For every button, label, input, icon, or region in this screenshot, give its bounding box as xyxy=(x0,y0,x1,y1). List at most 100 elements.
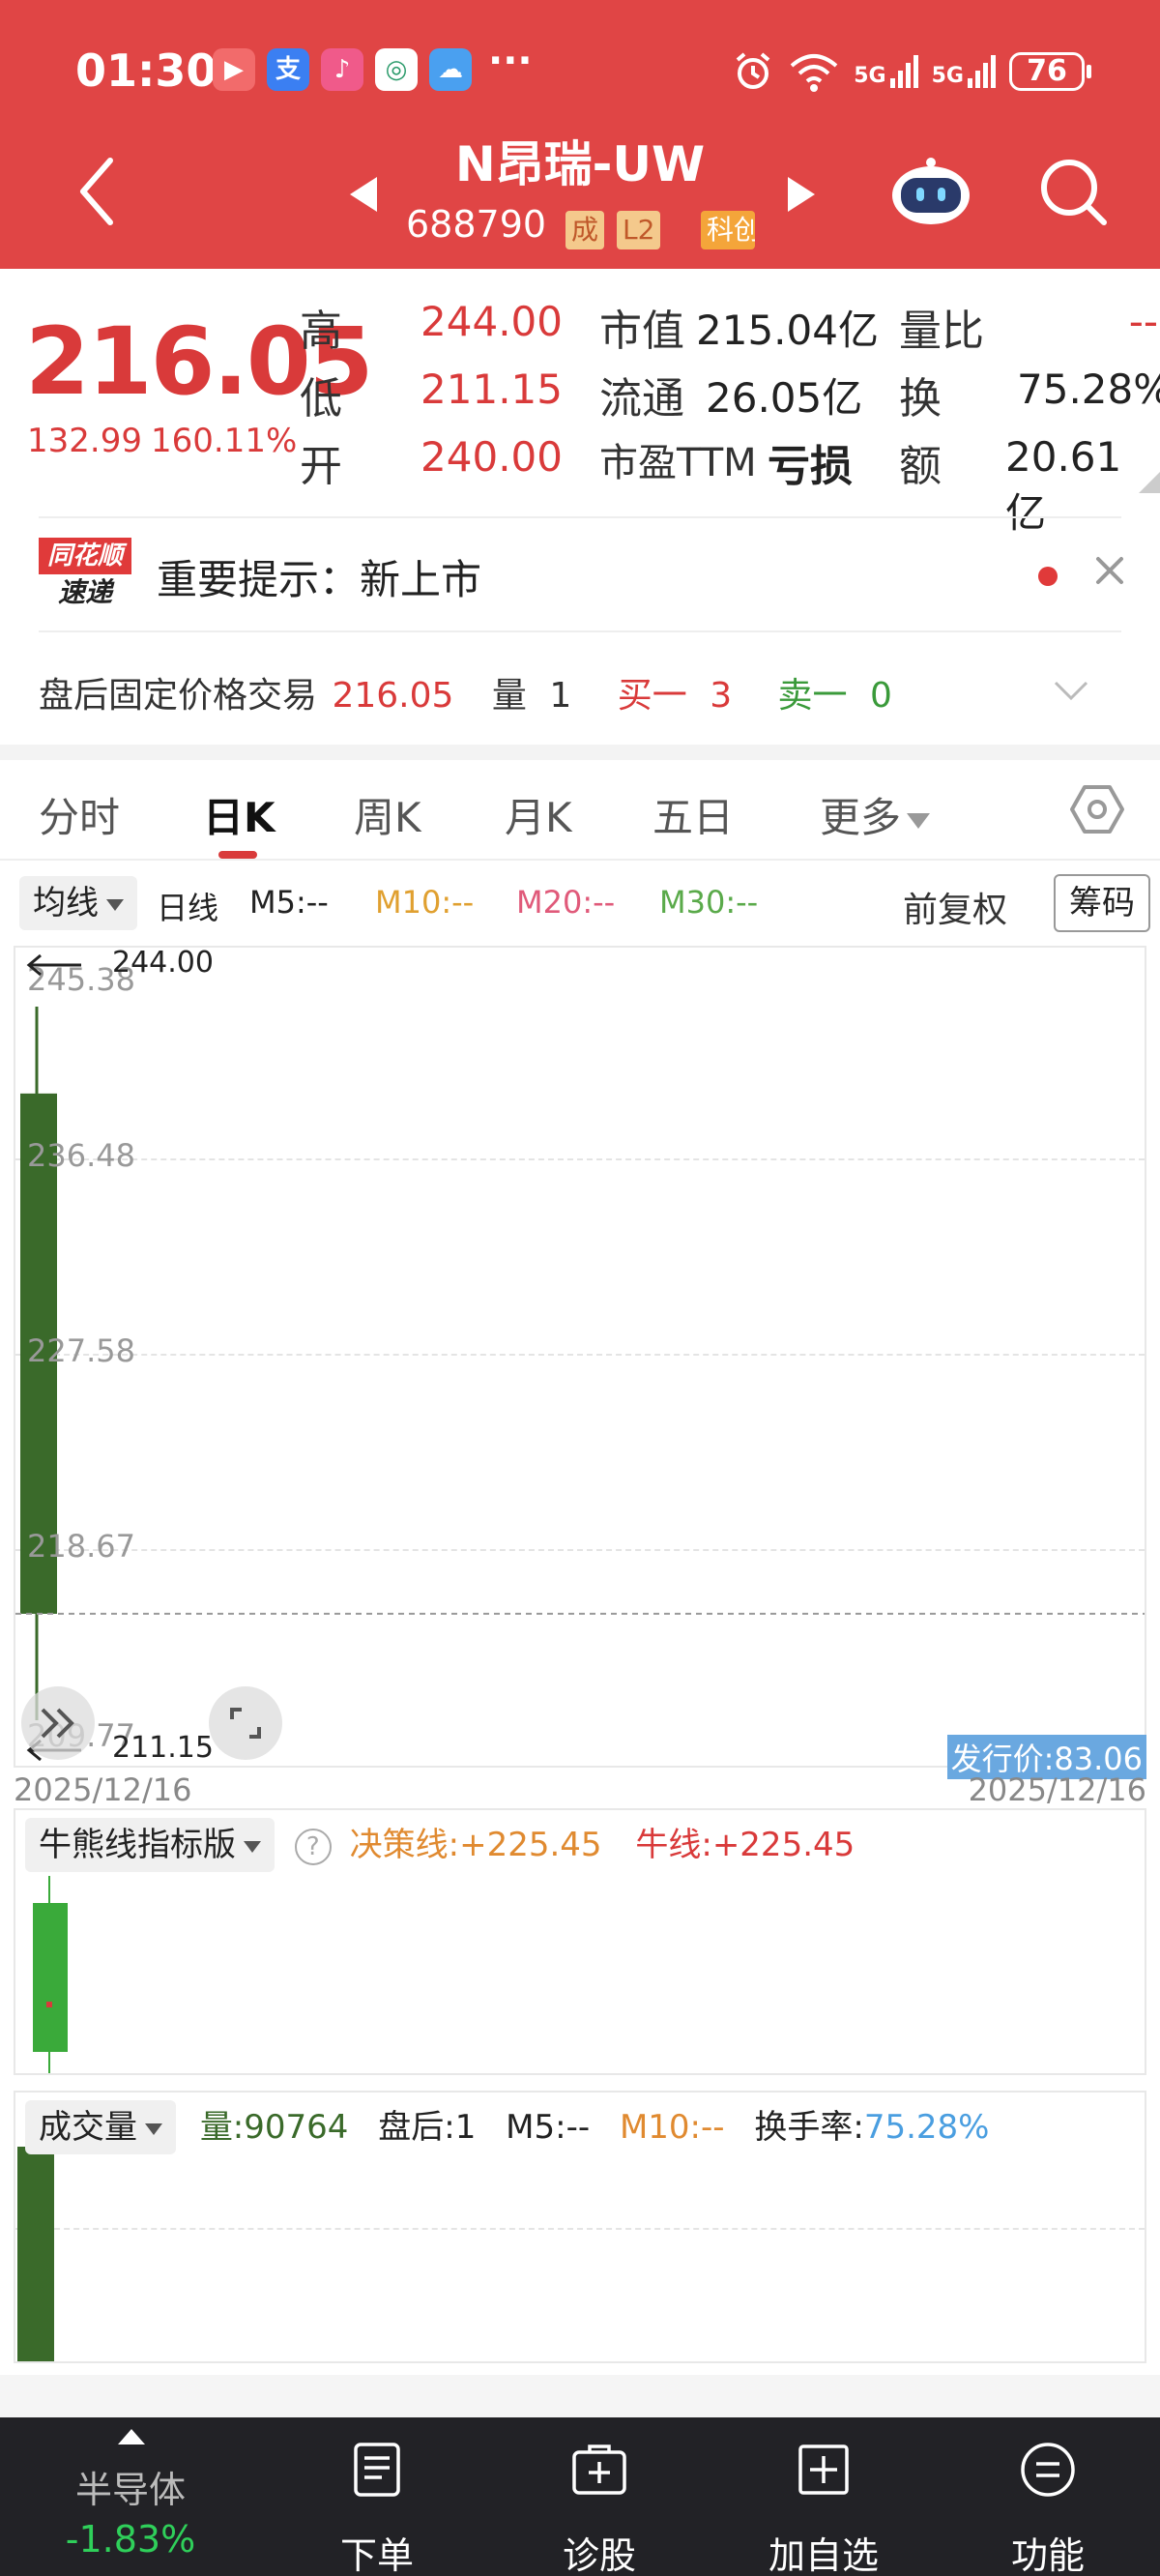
close-icon[interactable] xyxy=(1092,553,1127,588)
open-value: 240.00 xyxy=(420,433,563,481)
stock-code: 688790 xyxy=(406,203,547,246)
bottom-spacer xyxy=(0,2375,1160,2417)
kline-panel[interactable]: 245.38 236.48 227.58 218.67 209.77 244.0… xyxy=(14,946,1146,1768)
mcap-value: 215.04亿 xyxy=(696,307,879,354)
next-stock-arrow-icon[interactable] xyxy=(788,177,815,212)
add-watchlist-label: 加自选 xyxy=(768,2534,879,2576)
vol-ma10: M10:-- xyxy=(619,2108,725,2147)
tab-daily-k[interactable]: 日K xyxy=(203,785,276,844)
search-icon[interactable] xyxy=(1036,155,1110,228)
chart-controls: 均线 日线 M5:-- M10:-- M20:-- M30:-- 前复权 筹码 xyxy=(19,874,1150,932)
divider xyxy=(39,630,1121,632)
after-hours-price: 216.05 xyxy=(332,676,454,716)
bid1-label: 买一 xyxy=(617,676,687,716)
ma20-value: M20:-- xyxy=(516,884,616,921)
low-label: 低 xyxy=(300,374,342,424)
settings-icon[interactable] xyxy=(1069,781,1125,837)
active-tab-indicator xyxy=(218,851,257,859)
adjust-mode-button[interactable]: 前复权 xyxy=(903,882,1007,932)
more-notifications: ··· xyxy=(488,39,533,83)
y-label-2: 236.48 xyxy=(27,1137,135,1174)
double-chevron-right-icon xyxy=(41,1708,74,1739)
volume-value: 量:90764 xyxy=(199,2108,349,2147)
after-hours-vol-label: 量 xyxy=(491,676,527,716)
ai-robot-icon[interactable] xyxy=(887,157,974,226)
chip-distribution-button[interactable]: 筹码 xyxy=(1054,874,1150,932)
after-hours-vol: 1 xyxy=(549,676,572,716)
tonghuashun-express-logo: 同花顺 速递 xyxy=(39,538,131,611)
signal-1-icon: 5G xyxy=(854,55,918,88)
tab-monthly-k[interactable]: 月K xyxy=(505,785,572,844)
high-marker-label: 244.00 xyxy=(112,946,214,980)
date-left: 2025/12/16 xyxy=(14,1771,192,1808)
float-label: 流通 xyxy=(599,374,684,424)
turnover-rate-label: 换手率: xyxy=(754,2108,864,2147)
back-arrow-icon[interactable] xyxy=(75,153,118,230)
y-label-4: 218.67 xyxy=(27,1528,135,1565)
alarm-icon xyxy=(736,52,770,89)
price-change: 132.99 xyxy=(27,422,142,460)
expand-sidebar-button[interactable] xyxy=(21,1686,95,1760)
order-document-icon xyxy=(354,2443,400,2497)
tab-weekly-k[interactable]: 周K xyxy=(354,785,421,844)
diagnose-label: 诊股 xyxy=(562,2534,636,2576)
y-label-3: 227.58 xyxy=(27,1332,135,1369)
status-icons: 5G 5G 76 xyxy=(732,50,1091,93)
order-button[interactable]: 下单 xyxy=(290,2417,464,2576)
mobile-app-icon: ◎ xyxy=(375,48,418,91)
open-label: 开 xyxy=(300,442,342,491)
indicator-header: 牛熊线指标版 ? 决策线:+225.45 牛线:+225.45 xyxy=(25,1818,855,1872)
diagnose-case-icon xyxy=(572,2444,626,2495)
ma5-value: M5:-- xyxy=(249,884,329,921)
decision-line-value: 决策线:+225.45 xyxy=(349,1826,602,1864)
wifi-icon xyxy=(790,54,838,92)
tab-more[interactable]: 更多 xyxy=(820,785,931,844)
amount-label: 额 xyxy=(899,442,942,491)
dropdown-arrow-icon xyxy=(145,2122,162,2135)
add-watchlist-button[interactable]: 加自选 xyxy=(737,2417,911,2576)
weather-app-icon: ☁ xyxy=(429,48,472,91)
volume-bar xyxy=(17,2147,54,2361)
fullscreen-button[interactable] xyxy=(209,1686,282,1760)
help-icon[interactable]: ? xyxy=(294,1828,332,1865)
unread-dot xyxy=(1038,567,1058,586)
notice-text[interactable]: 重要提示：新上市 xyxy=(157,547,481,606)
network-type-2: 5G xyxy=(931,64,964,88)
section-gap xyxy=(0,745,1160,760)
indicator-wick xyxy=(48,1876,50,2073)
ask1-label: 卖一 xyxy=(777,676,848,716)
indicator-bar xyxy=(33,1903,68,2052)
volume-name: 成交量 xyxy=(39,2108,137,2147)
low-marker-label: 211.15 xyxy=(112,1731,214,1765)
volume-dropdown[interactable]: 成交量 xyxy=(25,2100,176,2154)
after-hours-trade-row[interactable]: 盘后固定价格交易 216.05 量 1 买一 3 卖一 0 xyxy=(39,667,904,717)
logo-top-text: 同花顺 xyxy=(39,538,131,574)
bid1-value: 3 xyxy=(710,676,733,716)
sector-button[interactable]: 半导体 -1.83% xyxy=(0,2417,261,2576)
amount-value: 20.61亿 xyxy=(1005,433,1122,537)
divider xyxy=(39,516,1121,518)
stock-name: N昂瑞-UW xyxy=(454,136,706,192)
ma-dropdown[interactable]: 均线 xyxy=(19,876,137,930)
function-button[interactable]: 功能 xyxy=(961,2417,1135,2576)
music-app-icon: ♪ xyxy=(321,48,363,91)
pe-label: 市盈TTM xyxy=(599,441,757,485)
expand-corner-icon[interactable] xyxy=(1139,472,1160,493)
tab-intraday[interactable]: 分时 xyxy=(39,785,120,844)
prev-stock-arrow-icon[interactable] xyxy=(350,177,377,212)
chevron-down-icon[interactable] xyxy=(1052,677,1090,706)
tab-more-label: 更多 xyxy=(820,794,902,841)
fullscreen-icon xyxy=(230,1708,261,1739)
dropdown-arrow-icon xyxy=(907,812,931,829)
period-tabs: 分时 日K 周K 月K 五日 更多 xyxy=(0,760,1160,861)
diagnose-button[interactable]: 诊股 xyxy=(512,2417,686,2576)
mcap-label: 市值 xyxy=(599,307,684,356)
low-value: 211.15 xyxy=(420,366,563,413)
order-label: 下单 xyxy=(339,2534,414,2576)
tab-five-day[interactable]: 五日 xyxy=(652,785,734,844)
bull-line-value: 牛线:+225.45 xyxy=(635,1826,856,1864)
logo-bottom-text: 速递 xyxy=(57,576,112,608)
menu-circle-icon xyxy=(1021,2443,1075,2497)
badge-cheng: 成 xyxy=(566,211,605,249)
indicator-dropdown[interactable]: 牛熊线指标版 xyxy=(25,1818,275,1872)
